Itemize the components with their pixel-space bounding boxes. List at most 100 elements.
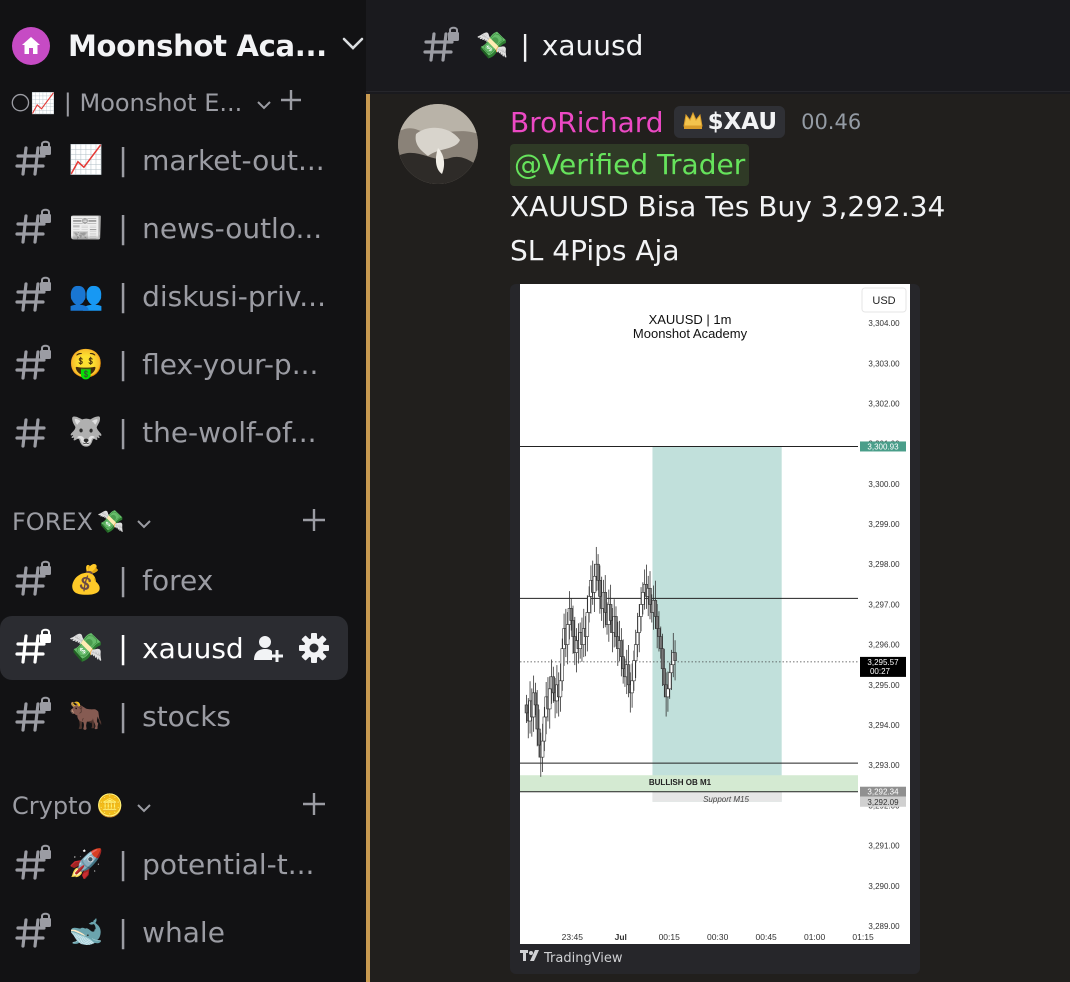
channel-separator: | xyxy=(118,846,129,882)
category-moonshot[interactable]: 🌕📈 | Moonshot E... xyxy=(10,88,350,118)
candle-body xyxy=(653,600,658,617)
plus-icon[interactable] xyxy=(280,89,302,117)
locked-hash-icon xyxy=(14,912,54,952)
channel-diskusi-private[interactable]: 👥 | diskusi-priv... xyxy=(0,264,348,328)
people-emoji-icon: 👥 xyxy=(68,279,104,312)
wolf-emoji-icon: 🐺 xyxy=(68,415,104,448)
candle-body xyxy=(558,680,563,698)
channel-separator: | xyxy=(118,914,129,950)
price-tag-label: 3,300.93 xyxy=(867,442,899,451)
role-tag-label: $XAU xyxy=(707,109,778,135)
plus-icon[interactable] xyxy=(302,508,326,538)
chevron-down-icon[interactable] xyxy=(136,508,152,536)
y-tick-label: 3,289.00 xyxy=(868,922,900,931)
tradingview-footer: TradingView xyxy=(520,950,623,966)
message-header: BroRichard $XAU 00.46 xyxy=(510,102,861,142)
channel-header: 💸 | xauusd xyxy=(366,0,1070,92)
candle-body xyxy=(565,624,570,645)
chevron-down-icon[interactable] xyxy=(136,792,152,820)
role-tag[interactable]: $XAU xyxy=(673,106,786,138)
channel-title: xauusd xyxy=(541,29,644,62)
channel-sidebar: Moonshot Aca... 🌕📈 | Moonshot E... 📈 | m… xyxy=(0,0,366,982)
server-name: Moonshot Aca... xyxy=(68,29,327,63)
ob-zone-label: BULLISH OB M1 xyxy=(649,778,712,787)
candle-body xyxy=(533,692,538,706)
channel-the-wolf-of[interactable]: 🐺 | the-wolf-of... xyxy=(0,400,348,464)
candle-body xyxy=(662,668,667,686)
tp-zone xyxy=(652,446,782,802)
candle-body xyxy=(648,588,652,605)
locked-hash-icon xyxy=(14,208,54,248)
whale-emoji-icon: 🐋 xyxy=(68,915,104,948)
hash-icon xyxy=(14,412,54,452)
image-attachment[interactable]: BULLISH OB M1 Support M15 3,304.00 3,303.00… xyxy=(510,284,920,974)
candle-body xyxy=(598,580,602,597)
candle-body xyxy=(657,628,661,637)
chart-svg: BULLISH OB M1 Support M15 3,304.00 3,303.00… xyxy=(520,287,907,942)
candle-body xyxy=(587,596,591,613)
channel-tools xyxy=(252,632,330,671)
candle-body xyxy=(621,656,625,670)
ox-emoji-icon: 🐂 xyxy=(68,699,104,732)
channel-name: market-out... xyxy=(142,143,325,177)
channel-separator: | xyxy=(118,346,129,382)
channel-market-outlook[interactable]: 📈 | market-out... xyxy=(0,128,348,192)
plus-icon[interactable] xyxy=(302,792,326,822)
y-tick-label: 3,298.00 xyxy=(868,560,900,569)
username[interactable]: BroRichard xyxy=(510,106,664,139)
channel-stocks[interactable]: 🐂 | stocks xyxy=(0,684,348,748)
channel-name: diskusi-priv... xyxy=(142,279,326,313)
avatar[interactable] xyxy=(398,104,478,184)
x-tick-label: 23:45 xyxy=(562,932,584,942)
price-tag-label: 3,292.09 xyxy=(867,798,899,807)
channel-separator: | xyxy=(118,698,129,734)
support-zone-label: Support M15 xyxy=(703,795,749,804)
y-tick-label: 3,291.00 xyxy=(868,842,900,851)
candle-body xyxy=(660,648,665,670)
channel-flex-your-profit[interactable]: 🤑 | flex-your-p... xyxy=(0,332,348,396)
candle-body xyxy=(603,592,607,613)
server-header[interactable]: Moonshot Aca... xyxy=(0,0,366,92)
channel-potential-trade[interactable]: 🚀 | potential-t... xyxy=(0,832,348,896)
candle-body xyxy=(542,716,547,742)
gear-icon[interactable] xyxy=(298,632,330,671)
category-crypto[interactable]: Crypto 🪙 xyxy=(12,786,352,826)
chevron-down-icon[interactable] xyxy=(341,36,365,56)
candle-body xyxy=(571,620,575,637)
locked-hash-icon xyxy=(14,140,54,180)
message-list: BroRichard $XAU 00.46 @Verified Trader X… xyxy=(366,94,1070,982)
channel-name: the-wolf-of... xyxy=(142,415,317,449)
candle-body xyxy=(632,660,636,682)
y-tick-label: 3,304.00 xyxy=(868,319,900,328)
channel-separator: | xyxy=(118,562,129,598)
candle-body xyxy=(592,575,597,593)
x-tick-label: 00:15 xyxy=(659,932,681,942)
chevron-down-icon[interactable] xyxy=(256,89,272,117)
category-forex[interactable]: FOREX 💸 xyxy=(12,502,352,542)
candle-body xyxy=(608,604,613,621)
channel-xauusd[interactable]: 💸 | xauusd xyxy=(0,616,348,680)
channel-whale[interactable]: 🐋 | whale xyxy=(0,900,348,964)
candle-body xyxy=(659,636,663,649)
channel-name: whale xyxy=(142,915,225,949)
locked-hash-icon xyxy=(14,696,54,736)
y-tick-label: 3,302.00 xyxy=(868,399,900,408)
channel-separator: | xyxy=(118,210,129,246)
newspaper-emoji-icon: 📰 xyxy=(68,211,104,244)
price-tag-label: 3,295.57 xyxy=(867,658,899,667)
money-face-emoji-icon: 🤑 xyxy=(68,347,104,380)
role-mention[interactable]: @Verified Trader xyxy=(510,144,750,186)
y-tick-label: 3,294.00 xyxy=(868,721,900,730)
locked-hash-icon xyxy=(14,628,54,668)
money-bag-emoji-icon: 💰 xyxy=(68,563,104,596)
locked-hash-icon xyxy=(14,844,54,884)
candle-body xyxy=(637,616,641,633)
locked-hash-icon xyxy=(422,26,462,66)
y-tick-label: 3,297.00 xyxy=(868,600,900,609)
currency-label: USD xyxy=(872,295,895,307)
channel-forex[interactable]: 💰 | forex xyxy=(0,548,348,612)
invite-member-icon[interactable] xyxy=(252,632,284,671)
channel-name: flex-your-p... xyxy=(142,347,319,381)
candle-body xyxy=(669,664,674,674)
channel-news-outlook[interactable]: 📰 | news-outlo... xyxy=(0,196,348,260)
